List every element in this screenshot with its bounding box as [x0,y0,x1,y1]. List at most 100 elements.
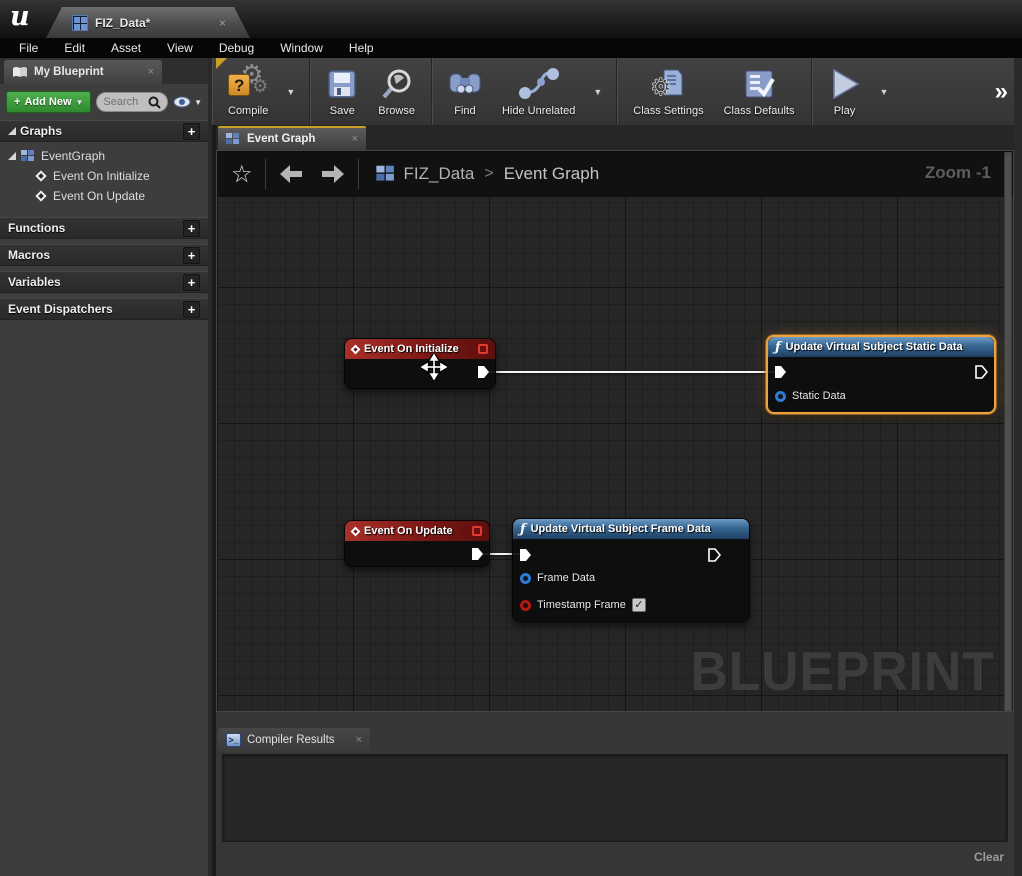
tree-item-event-on-initialize-label: Event On Initialize [53,169,150,183]
class-settings-icon: ⚙ [650,66,686,102]
event-icon [351,526,361,536]
exec-output-pin[interactable] [707,548,721,562]
graph-vertical-scrollbar[interactable] [1004,152,1012,712]
my-blueprint-toolbar: + Add New ▼ Search ▼ [0,84,208,120]
node-title: Update Virtual Subject Static Data [786,341,963,353]
menu-debug[interactable]: Debug [206,39,267,57]
menu-window[interactable]: Window [267,39,336,57]
compiler-results-tab-label: Compiler Results [247,734,335,746]
menu-view[interactable]: View [154,39,206,57]
browse-button[interactable]: Browse [372,62,421,121]
class-defaults-button[interactable]: Class Defaults [718,62,801,121]
svg-text:⚙: ⚙ [650,74,672,101]
menu-help[interactable]: Help [336,39,387,57]
event-graph-canvas[interactable]: ☆ FIZ_Data > Event Graph Zoom -1 BLUEPRI… [216,150,1014,712]
eventgraph-icon [226,133,241,146]
my-blueprint-tab[interactable]: My Blueprint × [4,60,162,84]
add-new-button[interactable]: + Add New ▼ [6,91,91,113]
asset-tab-fiz-data[interactable]: FIZ_Data* × [46,7,250,38]
exec-output-pin[interactable] [476,365,490,379]
node-update-virtual-subject-static-data[interactable]: ƒ Update Virtual Subject Static Data Sta… [766,335,996,414]
section-graphs[interactable]: Graphs + [0,120,208,142]
pin-frame-data[interactable]: Frame Data [520,572,595,584]
event-graph-tab-label: Event Graph [247,133,346,145]
save-icon [326,66,358,102]
menu-asset[interactable]: Asset [98,39,154,57]
bookmark-star-icon[interactable]: ☆ [231,160,253,189]
node-header[interactable]: Event On Initialize [345,339,495,359]
nav-back-icon[interactable] [278,163,304,185]
add-function-button[interactable]: + [183,220,200,237]
blueprint-icon [376,165,396,183]
section-graphs-label: Graphs [20,124,183,138]
event-graph-tab-close-icon[interactable]: × [352,133,358,145]
class-settings-button[interactable]: ⚙ Class Settings [627,62,709,121]
menu-edit[interactable]: Edit [51,39,98,57]
section-variables[interactable]: Variables + [0,271,208,293]
asset-tab-close-icon[interactable]: × [219,16,226,30]
tree-item-eventgraph[interactable]: EventGraph [0,146,208,166]
node-header[interactable]: ƒ Update Virtual Subject Static Data [768,337,994,357]
node-update-virtual-subject-frame-data[interactable]: ƒ Update Virtual Subject Frame Data Fram… [512,518,750,622]
breadcrumb-current-graph: Event Graph [504,164,599,184]
timestamp-frame-checkbox[interactable]: ✓ [632,598,646,612]
play-button[interactable]: Play [822,62,868,121]
node-event-on-initialize[interactable]: Event On Initialize [344,338,496,389]
compiler-results-tab[interactable]: >_ Compiler Results × [218,728,370,752]
my-blueprint-tab-close-icon[interactable]: × [148,66,154,78]
visibility-filter-button[interactable]: ▼ [173,96,202,108]
play-options-chevron-icon[interactable]: ▼ [876,87,893,97]
pin-timestamp-frame[interactable]: Timestamp Frame ✓ [520,598,646,612]
graphs-tree: EventGraph Event On Initialize Event On … [0,142,208,212]
tree-item-event-on-update[interactable]: Event On Update [0,186,208,206]
tree-item-eventgraph-label: EventGraph [41,149,105,163]
menu-file[interactable]: File [6,39,51,57]
node-header[interactable]: Event On Update [345,521,489,541]
section-event-dispatchers-label: Event Dispatchers [8,302,183,316]
add-macro-button[interactable]: + [183,247,200,264]
main-toolbar: ⚙⚙ ? Compile ▼ Save Browse Find [212,58,1022,125]
section-macros[interactable]: Macros + [0,244,208,266]
compile-options-chevron-icon[interactable]: ▼ [282,87,299,97]
hide-unrelated-options-chevron-icon[interactable]: ▼ [589,87,606,97]
add-variable-button[interactable]: + [183,274,200,291]
section-macros-label: Macros [8,248,183,262]
nav-forward-icon[interactable] [320,163,346,185]
compile-icon: ⚙⚙ ? [228,66,268,102]
play-label: Play [834,105,855,117]
compiler-results-tab-close-icon[interactable]: × [356,734,362,746]
pin-static-data[interactable]: Static Data [775,390,846,402]
book-icon [12,66,28,79]
exec-input-pin[interactable] [773,365,787,379]
hide-unrelated-button[interactable]: Hide Unrelated [496,62,581,121]
eye-icon [173,96,191,108]
event-badge-icon [472,526,482,536]
node-event-on-update[interactable]: Event On Update [344,520,490,567]
exec-output-pin[interactable] [974,365,988,379]
add-graph-button[interactable]: + [183,123,200,140]
tree-item-event-on-initialize[interactable]: Event On Initialize [0,166,208,186]
section-event-dispatchers[interactable]: Event Dispatchers + [0,298,208,320]
add-event-dispatcher-button[interactable]: + [183,301,200,318]
function-icon: ƒ [520,522,526,537]
browse-label: Browse [378,105,415,117]
clear-button[interactable]: Clear [974,850,1004,864]
class-defaults-icon [741,66,777,102]
breadcrumb-asset-name[interactable]: FIZ_Data [404,164,475,184]
find-icon [448,66,482,102]
node-header[interactable]: ƒ Update Virtual Subject Frame Data [513,519,749,539]
save-button[interactable]: Save [320,62,364,121]
compile-button[interactable]: ⚙⚙ ? Compile [222,62,274,121]
exec-input-pin[interactable] [518,548,532,562]
search-icon [148,96,161,109]
function-icon: ƒ [775,340,781,355]
graph-tabstrip: Event Graph × [216,125,1022,150]
event-graph-tab[interactable]: Event Graph × [218,126,366,150]
my-blueprint-tabstrip: My Blueprint × [0,58,208,84]
section-functions[interactable]: Functions + [0,217,208,239]
scrollbar-thumb[interactable] [1005,152,1011,712]
search-input[interactable]: Search [96,92,168,112]
exec-output-pin[interactable] [470,547,484,561]
find-button[interactable]: Find [442,62,488,121]
node-title: Event On Update [364,525,453,537]
